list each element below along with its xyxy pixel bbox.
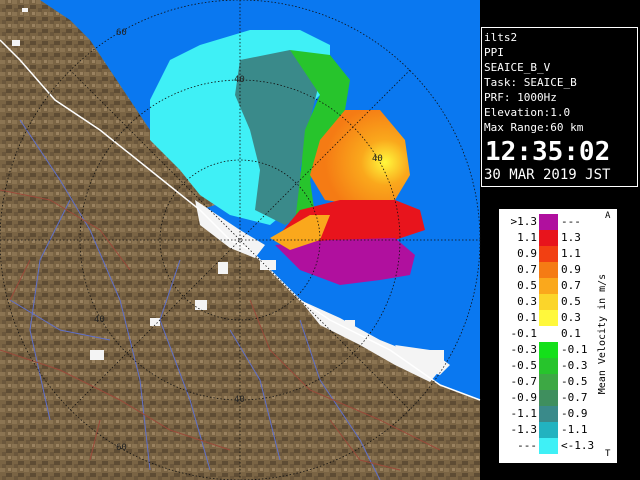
station-name: ilts2: [484, 31, 518, 44]
legend-upper-bound: 0.3: [561, 311, 581, 324]
product-type: PPI: [484, 46, 504, 59]
legend-upper-bound: 1.3: [561, 231, 581, 244]
legend-color-swatch: [539, 342, 558, 358]
legend-upper-bound: -1.1: [561, 423, 588, 436]
task-name: Task: SEAICE_B: [484, 76, 577, 89]
max-range-value: Max Range:60 km: [484, 121, 584, 134]
legend-color-swatch: [539, 246, 558, 262]
scan-time: 12:35:02: [485, 137, 611, 167]
scan-info-panel: ilts2 PPI SEAICE_B_V Task: SEAICE_B PRF:…: [481, 27, 638, 187]
legend-color-swatch: [539, 214, 558, 230]
legend-upper-bound: 1.1: [561, 247, 581, 260]
legend-lower-bound: 0.3: [517, 295, 537, 308]
legend-color-swatch: [539, 390, 558, 406]
legend-upper-bound: 0.9: [561, 263, 581, 276]
legend-lower-bound: -0.3: [510, 343, 538, 356]
legend-color-swatch: [539, 438, 558, 454]
legend-upper-bound: 0.7: [561, 279, 581, 292]
legend-lower-bound: >1.3: [510, 215, 538, 228]
legend-color-swatch: [539, 230, 558, 246]
legend-color-swatch: [539, 422, 558, 438]
prf-value: PRF: 1000Hz: [484, 91, 557, 104]
legend-upper-bound: 0.5: [561, 295, 581, 308]
legend-upper-bound: -0.9: [561, 407, 588, 420]
legend-color-swatch: [539, 358, 558, 374]
elevation-value: Elevation:1.0: [484, 106, 571, 119]
legend-color-swatch: [539, 326, 558, 342]
legend-unit-label: Mean Velocity in m/s: [594, 219, 612, 449]
legend-upper-bound: -0.7: [561, 391, 588, 404]
legend-upper-bound: ---: [561, 215, 581, 228]
ring-label-east-40: 40: [372, 154, 383, 164]
legend-lower-bound: 0.9: [517, 247, 537, 260]
legend-unit-text: Mean Velocity in m/s: [597, 273, 608, 395]
legend-color-swatch: [539, 406, 558, 422]
field-name: SEAICE_B_V: [484, 61, 551, 74]
legend-lower-bound: -0.7: [510, 375, 538, 388]
legend-lower-bound: ---: [517, 439, 537, 452]
legend-color-swatch: [539, 374, 558, 390]
legend-lower-bound: -0.9: [510, 391, 538, 404]
legend-lower-bound: -0.5: [510, 359, 538, 372]
legend-color-swatch: [539, 294, 558, 310]
legend-upper-bound: -0.3: [561, 359, 588, 372]
legend-lower-bound: 0.5: [517, 279, 537, 292]
ring-label-north-60: 60: [116, 28, 127, 38]
legend-upper-bound: <-1.3: [561, 439, 595, 452]
legend-lower-bound: 0.7: [517, 263, 537, 276]
velocity-legend: >1.3 --- 1.1 1.3 0.9 1.1 0.7 0.9 0.5 0.7 0.3 0.5 0.1…: [498, 208, 618, 464]
legend-lower-bound: -0.1: [510, 327, 538, 340]
scan-date: 30 MAR 2019 JST: [484, 167, 611, 183]
ring-label-west-40: 40: [94, 315, 105, 325]
legend-color-swatch: [539, 278, 558, 294]
legend-lower-bound: -1.1: [510, 407, 538, 420]
ring-label-south-40: 40: [234, 395, 245, 405]
legend-lower-bound: 0.1: [517, 311, 537, 324]
legend-upper-bound: 0.1: [561, 327, 581, 340]
legend-upper-bound: -0.1: [561, 343, 588, 356]
legend-color-swatch: [539, 262, 558, 278]
legend-bottom-mark: T: [605, 449, 611, 459]
legend-upper-bound: -0.5: [561, 375, 588, 388]
ring-label-south-60: 60: [116, 443, 127, 453]
legend-lower-bound: -1.3: [510, 423, 538, 436]
legend-lower-bound: 1.1: [517, 231, 537, 244]
legend-color-swatch: [539, 310, 558, 326]
ring-label-north-40: 40: [234, 75, 245, 85]
